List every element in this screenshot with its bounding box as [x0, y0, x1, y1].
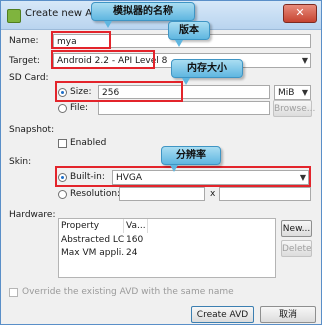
create-avd-button[interactable]: Create AVD: [191, 306, 254, 323]
hardware-row-1-property[interactable]: Max VM appli...: [59, 247, 125, 260]
sdcard-unit-value: MiB: [278, 88, 295, 98]
snapshot-section-label: Snapshot:: [9, 125, 55, 135]
highlight-size: [55, 81, 183, 102]
browse-button[interactable]: Browse...: [273, 100, 315, 117]
callout-resolution: 分辨率: [161, 146, 221, 172]
snapshot-enabled-checkbox[interactable]: [58, 139, 67, 148]
close-button[interactable]: ✕: [283, 4, 317, 23]
callout-version: 版本: [168, 21, 210, 47]
callout-memory-text: 内存大小: [187, 63, 227, 74]
callout-version-text: 版本: [179, 25, 199, 36]
hardware-section-label: Hardware:: [9, 210, 56, 220]
hardware-row-0-property[interactable]: Abstracted LC...: [59, 234, 125, 247]
skin-resolution-radio[interactable]: [58, 190, 67, 199]
column-header-value[interactable]: Va...: [124, 219, 148, 233]
column-header-property[interactable]: Property: [59, 219, 124, 233]
highlight-skin: [55, 166, 311, 187]
callout-memory: 内存大小: [171, 59, 243, 85]
name-label: Name:: [9, 36, 39, 46]
sdcard-file-label: File:: [70, 103, 89, 113]
callout-name: 模拟器的名称: [91, 2, 195, 28]
callout-resolution-text: 分辨率: [176, 150, 206, 161]
callout-name-text: 模拟器的名称: [113, 6, 173, 17]
delete-button[interactable]: Delete: [281, 240, 312, 257]
create-avd-dialog: Create new Android ✕ Name: mya Target: A…: [0, 0, 322, 325]
cancel-button[interactable]: 取消: [260, 306, 316, 323]
resolution-width-input[interactable]: [119, 187, 205, 201]
skin-resolution-label: Resolution:: [70, 189, 121, 199]
chevron-down-icon: ▼: [301, 88, 308, 97]
resolution-x-label: x: [210, 189, 216, 199]
android-app-icon: [7, 9, 21, 23]
override-checkbox[interactable]: [9, 288, 18, 297]
hardware-table[interactable]: Property Va... Abstracted LC... 160 Max …: [58, 218, 276, 278]
callout-tail: [104, 21, 112, 28]
new-button[interactable]: New...: [281, 220, 312, 237]
chevron-down-icon: ▼: [301, 56, 308, 65]
snapshot-enabled-label: Enabled: [70, 138, 107, 148]
sdcard-section-label: SD Card:: [9, 73, 49, 83]
target-label: Target:: [9, 56, 40, 66]
sdcard-unit-select[interactable]: MiB ▼: [274, 85, 311, 100]
highlight-target: [51, 50, 155, 69]
hardware-row-0-value[interactable]: 160: [124, 234, 150, 247]
callout-tail: [175, 40, 183, 47]
hardware-row-1-value[interactable]: 24: [124, 247, 150, 260]
sdcard-file-input[interactable]: [98, 101, 270, 115]
sdcard-file-radio[interactable]: [58, 104, 67, 113]
callout-tail: [170, 165, 178, 172]
callout-tail: [182, 78, 190, 85]
highlight-name: [51, 31, 111, 49]
skin-section-label: Skin:: [9, 157, 32, 167]
resolution-height-input[interactable]: [219, 187, 311, 201]
override-label: Override the existing AVD with the same …: [22, 287, 234, 297]
